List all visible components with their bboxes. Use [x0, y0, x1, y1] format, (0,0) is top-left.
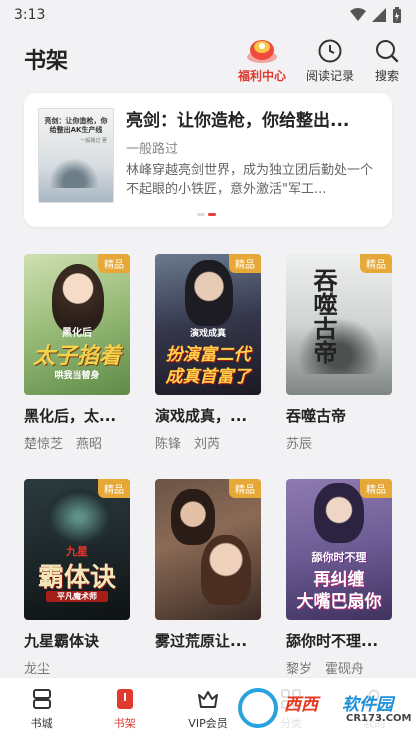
carousel-dot — [197, 213, 205, 216]
bookshelf-icon — [116, 689, 133, 709]
book-authors: 苏辰 — [286, 437, 313, 452]
search-icon — [376, 40, 399, 63]
banner-cover-art — [49, 158, 99, 188]
premium-badge: 精品 — [98, 254, 130, 273]
book-cover: 九星 霸体诀 平凡魔术师 精品 — [24, 479, 130, 620]
premium-badge: 精品 — [229, 479, 261, 498]
search-button[interactable]: 搜索 — [374, 38, 400, 84]
book-title: 雾过荒原让... — [155, 632, 248, 650]
welfare-center-button[interactable]: 福利中心 — [238, 34, 286, 84]
search-label: 搜索 — [374, 69, 399, 83]
signal-icon — [372, 8, 386, 22]
book-cover: 演戏成真 扮演富二代 成真首富了 精品 — [155, 254, 261, 395]
battery-icon — [393, 7, 401, 23]
cover-title-art: 太子掐着 — [32, 344, 121, 369]
bookstore-icon — [32, 689, 51, 709]
header-actions: 福利中心 阅读记录 搜索 — [238, 34, 400, 84]
banner-cover-author: 一般路过 著 — [80, 138, 107, 144]
cover-title-art: 吞噬古帝 — [309, 268, 337, 364]
banner-cover-title: 亮剑：让你造枪，你给整出AK生产线 — [44, 117, 108, 134]
book-card[interactable]: 演戏成真 扮演富二代 成真首富了 精品 演戏成真，... 陈锋 刘芮 — [155, 254, 263, 452]
book-title: 吞噬古帝 — [286, 407, 347, 425]
vip-crown-icon — [198, 691, 218, 708]
gift-icon — [246, 40, 277, 63]
book-card[interactable]: 舔你时不理 再纠缠 大嘴巴扇你 精品 舔你时不理... 黎岁 霍砚舟 — [286, 479, 394, 677]
cover-subtitle2: 大嘴巴扇你 — [296, 592, 382, 612]
nav-bookshelf[interactable]: 书架 — [83, 678, 166, 740]
book-cover: 精品 — [155, 479, 261, 620]
premium-badge: 精品 — [229, 254, 261, 273]
banner-book-cover[interactable]: 亮剑：让你造枪，你给整出AK生产线 一般路过 著 — [38, 108, 114, 203]
banner-book-author: 一般路过 — [126, 142, 179, 157]
book-authors: 陈锋 刘芮 — [155, 437, 221, 452]
banner-book-description: 林峰穿越亮剑世界，成为独立团后勤处一个不起眼的小铁匠，意外激活"军工... — [126, 163, 374, 197]
cover-art-figure — [314, 483, 364, 543]
book-card[interactable]: 精品 雾过荒原让... — [155, 479, 263, 658]
premium-badge: 精品 — [360, 254, 392, 273]
recommend-banner[interactable]: 亮剑：让你造枪，你给整出AK生产线 一般路过 著 亮剑：让你造枪，你给整出...… — [24, 93, 392, 227]
watermark-logo: 西西 软件园 CR173.COM — [234, 684, 412, 732]
nav-bookstore-label: 书城 — [30, 717, 53, 730]
wifi-icon — [350, 8, 366, 21]
cover-subtitle2: 成真首富了 — [165, 367, 251, 387]
book-cover: 舔你时不理 再纠缠 大嘴巴扇你 精品 — [286, 479, 392, 620]
header: 书架 福利中心 阅读记录 搜索 — [0, 30, 416, 88]
banner-book-title: 亮剑：让你造枪，你给整出... — [126, 111, 350, 131]
watermark-ring-icon — [238, 688, 278, 728]
premium-badge: 精品 — [360, 479, 392, 498]
reading-history-button[interactable]: 阅读记录 — [306, 38, 354, 84]
page-title: 书架 — [24, 49, 69, 74]
book-card[interactable]: 黑化后 太子掐着 哄我当替身 精品 黑化后，太... 楚惊芝 燕昭 — [24, 254, 132, 452]
status-time: 3:13 — [14, 7, 46, 23]
book-cover: 吞噬古帝 精品 — [286, 254, 392, 395]
nav-bookshelf-label: 书架 — [113, 717, 136, 730]
watermark-brand2: 软件园 — [342, 695, 393, 715]
watermark-brand: 西西 — [284, 695, 318, 715]
cover-art-figure-2 — [201, 535, 251, 605]
cover-art-figure — [185, 260, 233, 326]
book-authors: 龙尘 — [24, 662, 51, 677]
welfare-label: 福利中心 — [237, 69, 286, 83]
book-card[interactable]: 九星 霸体诀 平凡魔术师 精品 九星霸体诀 龙尘 — [24, 479, 132, 677]
cover-art-figure-1 — [171, 489, 215, 545]
carousel-dot-active — [208, 213, 216, 216]
book-title: 演戏成真，... — [155, 407, 248, 425]
clock-icon — [318, 39, 342, 63]
cover-subtitle2: 哄我当替身 — [54, 371, 100, 381]
book-cover: 黑化后 太子掐着 哄我当替身 精品 — [24, 254, 130, 395]
carousel-indicator — [197, 213, 216, 216]
reading-history-label: 阅读记录 — [305, 69, 354, 83]
nav-vip-label: VIP会员 — [188, 717, 228, 730]
book-title: 黑化后，太... — [24, 407, 117, 425]
book-title: 舔你时不理... — [286, 632, 379, 650]
watermark-domain: CR173.COM — [346, 713, 412, 724]
cover-title-art: 霸体诀 — [37, 563, 116, 593]
cover-subtitle: 黑化后 — [62, 328, 92, 339]
cover-subtitle: 演戏成真 — [189, 329, 226, 339]
book-card[interactable]: 吞噬古帝 精品 吞噬古帝 苏辰 — [286, 254, 394, 452]
book-authors: 楚惊芝 燕昭 — [24, 437, 103, 452]
nav-bookstore[interactable]: 书城 — [0, 678, 83, 740]
book-title: 九星霸体诀 — [24, 632, 100, 650]
cover-subtitle2: 平凡魔术师 — [46, 591, 108, 602]
book-authors: 黎岁 霍砚舟 — [286, 662, 365, 677]
status-icons — [350, 7, 402, 23]
cover-subtitle: 舔你时不理 — [311, 551, 367, 564]
status-bar: 3:13 — [0, 0, 416, 30]
premium-badge: 精品 — [98, 479, 130, 498]
